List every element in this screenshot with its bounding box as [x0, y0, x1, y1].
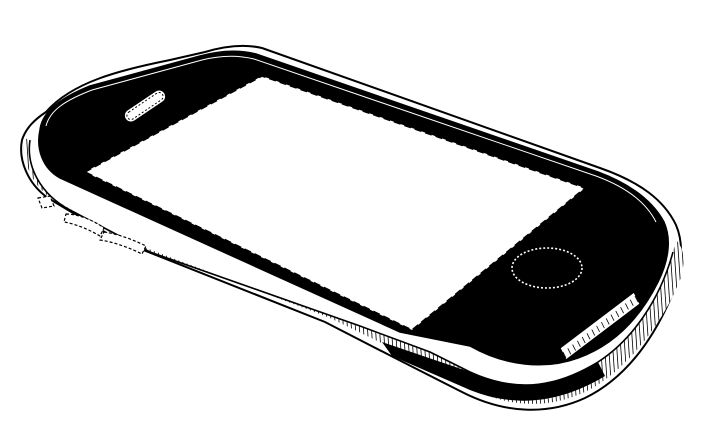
band-hatch-line [696, 100, 714, 425]
band-hatch-line [0, 100, 2, 425]
home-button-icon[interactable] [511, 247, 583, 289]
band-hatch-line [704, 100, 714, 425]
band-hatch-line [0, 100, 6, 425]
band-hatch-line [0, 100, 10, 425]
phone-drawing [0, 0, 714, 425]
band-hatch-line [708, 100, 714, 425]
band-hatch-line [0, 100, 14, 425]
phone-illustration [0, 44, 714, 425]
band-hatch-line [0, 100, 18, 425]
band-hatch-line [688, 100, 710, 425]
band-hatch-line [684, 100, 706, 425]
band-hatch-line [0, 100, 22, 425]
band-hatch-line [692, 100, 714, 425]
band-hatch-line [700, 100, 714, 425]
